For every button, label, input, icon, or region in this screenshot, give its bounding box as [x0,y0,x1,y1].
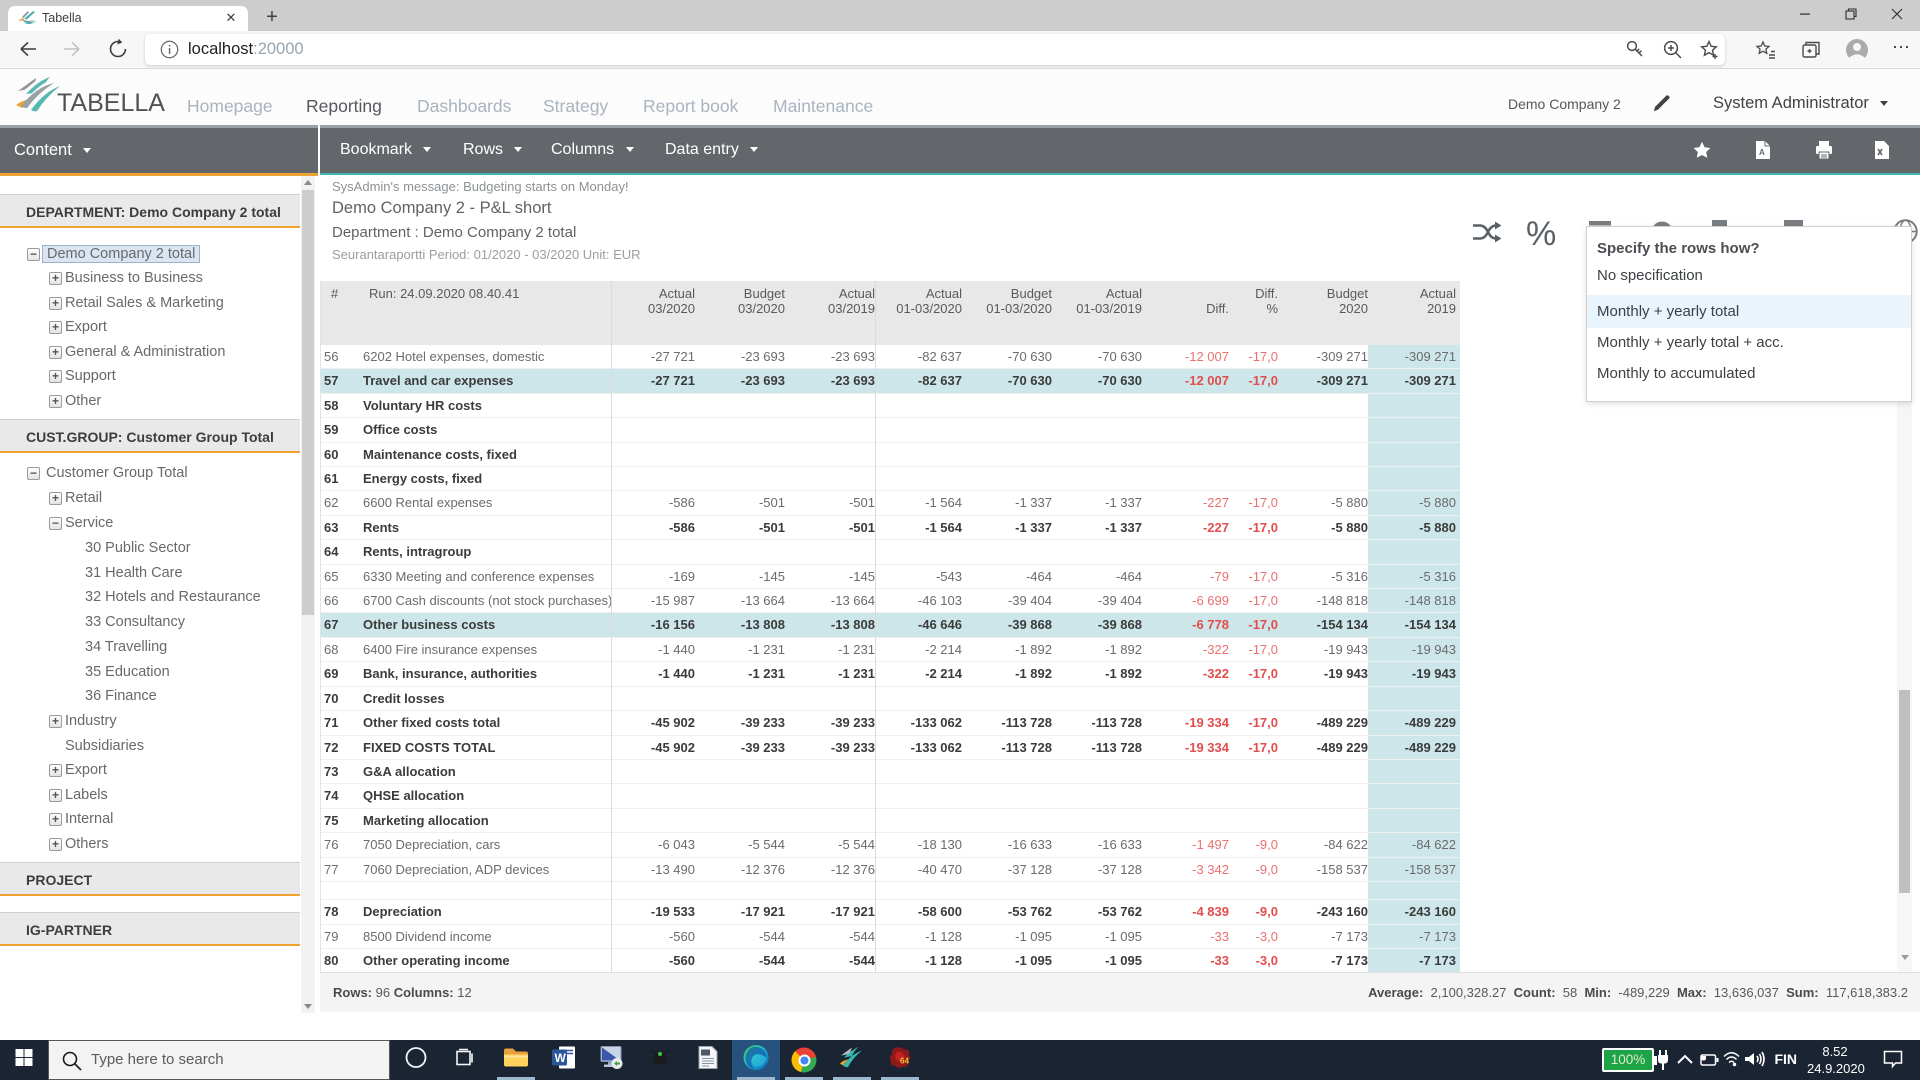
svg-text:64: 64 [900,1057,909,1066]
svg-text:A: A [1759,148,1765,157]
svg-text:W: W [555,1051,567,1065]
